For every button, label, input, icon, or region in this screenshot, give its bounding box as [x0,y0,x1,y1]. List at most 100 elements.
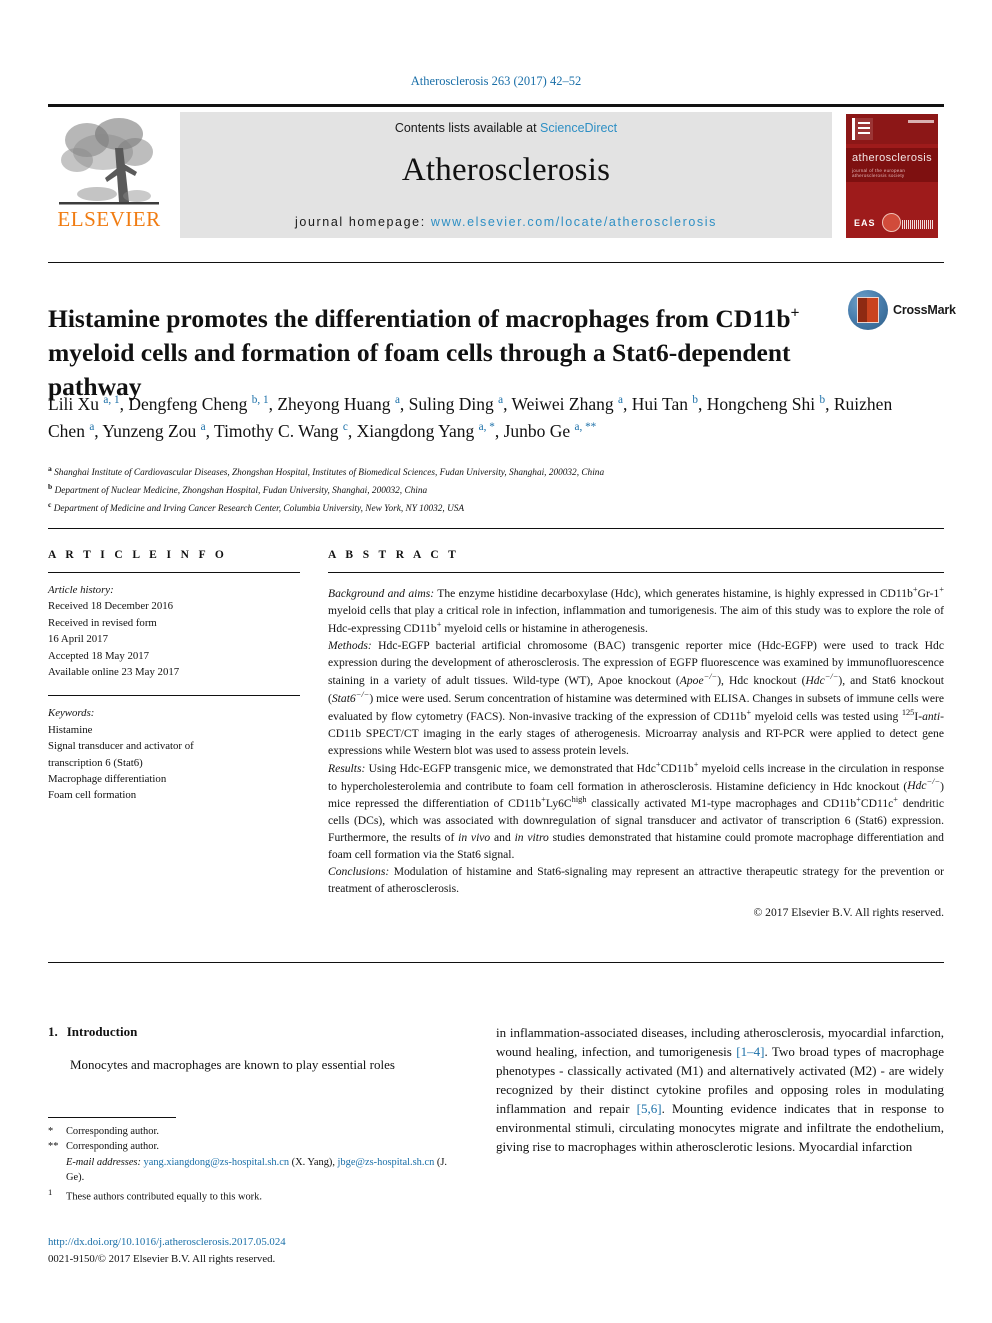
section-heading-introduction: 1. Introduction [48,1024,460,1040]
author-name: Dengfeng Cheng [128,394,252,414]
cover-elsevier-icon [852,118,873,140]
elsevier-tree-icon [59,118,159,205]
footnote-text: Corresponding author. [66,1126,159,1137]
affiliation-list: a Shanghai Institute of Cardiovascular D… [48,463,928,517]
footnote-divider [48,1117,176,1118]
author-affiliation-mark: a, ** [574,420,597,433]
section-number: 1. [48,1024,58,1039]
sciencedirect-link[interactable]: ScienceDirect [540,121,617,135]
article-history-item: 16 April 2017 [48,633,108,646]
author-list: Lili Xu a, 1, Dengfeng Cheng b, 1, Zheyo… [48,394,893,441]
issn-copyright-line: 0021-9150/© 2017 Elsevier B.V. All right… [48,1253,276,1265]
contents-available-line: Contents lists available at ScienceDirec… [395,121,617,135]
homepage-prefix: journal homepage: [295,215,431,229]
abstract-divider [328,572,944,573]
affiliation-mark: a [48,464,52,473]
cover-journal-title: atherosclerosis [852,152,932,164]
article-history-items: Received 18 December 2016 Received in rev… [48,598,300,680]
author-affiliation-mark: b [819,394,826,407]
abstract-section-label: Methods: [328,638,372,652]
abstract-section: Results: Using Hdc-EGFP transgenic mice,… [328,759,945,862]
abstract-body: Background and aims: The enzyme histidin… [328,584,944,897]
abstract-section-label: Results: [328,761,366,775]
footnote-mark: * [48,1126,54,1137]
abstract-section: Background and aims: The enzyme histidin… [328,585,944,635]
affiliation-item: c Department of Medicine and Irving Canc… [48,499,928,517]
journal-cover-thumbnail: atherosclerosis journal of the european … [840,112,944,238]
doi-link[interactable]: http://dx.doi.org/10.1016/j.atherosclero… [48,1234,460,1250]
author-affiliation-mark: a [200,420,206,433]
footnote-items: * Corresponding author. ** Corresponding au… [48,1124,460,1155]
cover-seal-icon [882,213,901,232]
article-history-item: Available online 23 May 2017 [48,666,180,679]
crossmark-disc-icon [848,290,888,330]
title-divider [48,262,944,263]
crossmark-label: CrossMark [893,303,956,317]
footnote-equal-mark: 1 [48,1186,66,1205]
keyword-item: Histamine [48,723,93,736]
journal-title: Atherosclerosis [401,152,611,188]
footnote-equal-superscript: 1 [48,1186,53,1197]
keyword-item: Signal transducer and activator of [48,740,194,753]
article-info-column: A R T I C L E I N F O Article history: R… [48,549,300,804]
info-block-top-divider [48,528,944,529]
crossmark-badge[interactable]: CrossMark [848,290,956,336]
author-name: Lili Xu [48,394,104,414]
title-part-1: Histamine promotes the differentiation o… [48,304,791,334]
author-affiliation-mark: b [692,394,698,407]
author-affiliation-mark: a [89,420,95,433]
keywords-group: Keywords: Histamine Signal transducer and… [48,705,300,803]
author-name: Suling Ding [408,394,499,414]
author-affiliation-mark: a, * [478,420,495,433]
running-head: Atherosclerosis 263 (2017) 42–52 [410,74,582,88]
author-name: Zheyong Huang [277,394,395,414]
footnote-text: Corresponding author. [66,1141,159,1153]
footnote-block: * Corresponding author. ** Corresponding au… [48,1124,460,1204]
author-name: Timothy C. Wang [214,420,343,441]
article-info-divider [48,572,300,573]
author-affiliation-mark: b, 1 [251,394,269,407]
keywords-items: Histamine Signal transducer and activator… [48,722,300,804]
intro-paragraph-left: Monocytes and macrophages are known to p… [70,1057,395,1072]
author-name: Xiangdong Yang [356,420,479,441]
info-block-bottom-divider [48,962,944,963]
journal-homepage-line: journal homepage: www.elsevier.com/locat… [180,215,832,229]
author-name: Hongcheng Shi [706,394,820,414]
article-history-group: Article history: Received 18 December 20… [48,582,300,680]
abstract-heading: A B S T R A C T [328,549,460,561]
title-superscript: + [790,304,800,322]
keyword-item: transcription 6 (Stat6) [48,756,143,769]
crossmark-book-icon [857,297,879,323]
cover-barcode-icon [902,220,934,229]
abstract-section-label: Conclusions: [328,865,390,879]
footnote-item: * Corresponding author. [48,1124,460,1139]
elsevier-wordmark: ELSEVIER [57,207,161,231]
affiliation-mark: c [48,500,52,510]
abstract-column: A B S T R A C T Background and aims: The… [328,549,944,919]
journal-band: Contents lists available at ScienceDirec… [180,112,832,238]
page-title: Histamine promotes the differentiation o… [48,302,818,404]
paper-page: Atherosclerosis 263 (2017) 42–52 ELSEVIE… [0,0,992,1323]
abstract-section-label: Background and aims: [328,586,435,600]
affiliation-text: Department of Medicine and Irving Cancer… [53,504,465,515]
keywords-label: Keywords: [48,707,95,720]
author-affiliation-mark: a, 1 [103,394,120,407]
article-info-heading: A R T I C L E I N F O [48,549,228,561]
abstract-section: Conclusions: Modulation of histamine and… [328,865,944,896]
abstract-section: Methods: Hdc-EGFP bacterial artificial c… [328,638,944,757]
homepage-url-link[interactable]: www.elsevier.com/locate/atherosclerosis [431,215,717,229]
author-name: Junbo Ge [503,420,575,441]
affiliation-item: a Shanghai Institute of Cardiovascular D… [48,463,928,481]
footnote-item: ** Corresponding author. [48,1139,460,1154]
elsevier-logo: ELSEVIER [48,112,170,238]
body-column-left: 1. Introduction Monocytes and macrophages… [48,1024,460,1075]
section-title: Introduction [66,1024,138,1039]
author-affiliation-mark: a [618,394,623,407]
affiliation-mark: b [48,482,53,492]
author-affiliation-mark: c [342,420,348,433]
affiliation-item: b Department of Nuclear Medicine, Zhongs… [48,481,928,499]
article-history-item: Received in revised form [48,616,157,629]
footnote-equal-contribution: 1 These authors contributed equally to th… [48,1186,460,1205]
intro-paragraph-right: in inflammation-associated diseases, inc… [496,1025,944,1154]
author-name: Weiwei Zhang [511,394,619,414]
